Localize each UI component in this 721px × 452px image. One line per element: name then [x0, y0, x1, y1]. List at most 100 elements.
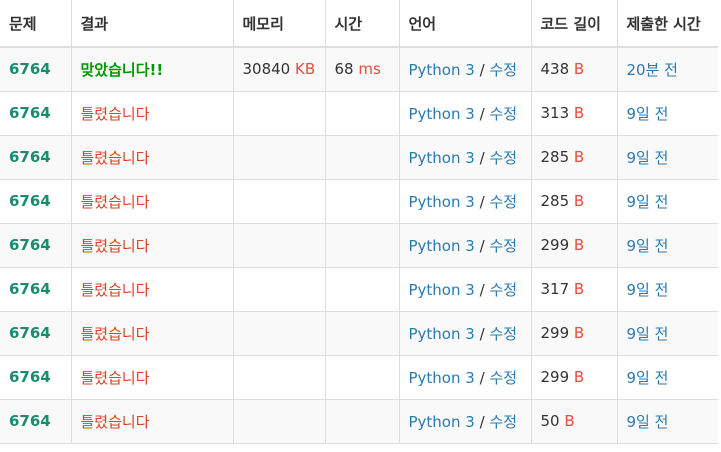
language-cell: Python 3 / 수정	[399, 135, 532, 180]
problem-link[interactable]: 6764	[9, 104, 51, 122]
language-separator: /	[479, 412, 485, 431]
code-length-value: 299	[540, 368, 570, 386]
code-length-cell: 299 B	[531, 311, 618, 356]
code-length-cell: 299 B	[531, 355, 618, 400]
language-cell: Python 3 / 수정	[399, 311, 532, 356]
header-memory: 메모리	[233, 0, 326, 48]
submitted-time-cell: 9일 전	[617, 267, 718, 312]
time-cell	[325, 135, 400, 180]
result-cell: 맞았습니다!!	[71, 47, 234, 92]
memory-cell: 30840 KB	[233, 47, 326, 92]
result-text: 틀렸습니다	[80, 324, 150, 343]
submitted-time-link[interactable]: 20분 전	[627, 61, 678, 79]
result-cell: 틀렸습니다	[71, 311, 234, 356]
problem-link[interactable]: 6764	[9, 148, 51, 166]
table-row: 6764 틀렸습니다 Python 3 / 수정 299 B 9일 전	[0, 311, 718, 356]
edit-link[interactable]: 수정	[489, 149, 517, 167]
memory-cell	[233, 267, 326, 312]
language-link[interactable]: Python 3	[409, 413, 475, 431]
submitted-time-link[interactable]: 9일 전	[627, 325, 669, 343]
language-cell: Python 3 / 수정	[399, 47, 532, 92]
language-cell: Python 3 / 수정	[399, 267, 532, 312]
memory-unit: KB	[295, 60, 316, 79]
code-length-unit: B	[573, 368, 585, 386]
result-cell: 틀렸습니다	[71, 223, 234, 268]
time-cell	[325, 179, 400, 224]
code-length-value: 313	[540, 104, 570, 122]
result-cell: 틀렸습니다	[71, 179, 234, 224]
table-header-row: 문제 결과 메모리 시간 언어 코드 길이 제출한 시간	[0, 0, 718, 48]
code-length-cell: 50 B	[531, 399, 618, 444]
problem-link[interactable]: 6764	[9, 192, 51, 210]
memory-cell	[233, 223, 326, 268]
time-unit: ms	[358, 60, 381, 79]
result-cell: 틀렸습니다	[71, 355, 234, 400]
language-separator: /	[479, 192, 485, 211]
result-cell: 틀렸습니다	[71, 135, 234, 180]
language-separator: /	[479, 280, 485, 299]
problem-link[interactable]: 6764	[9, 236, 51, 254]
time-cell	[325, 355, 400, 400]
language-separator: /	[479, 236, 485, 255]
edit-link[interactable]: 수정	[489, 325, 517, 343]
edit-link[interactable]: 수정	[489, 61, 517, 79]
code-length-unit: B	[573, 148, 585, 166]
code-length-unit: B	[573, 280, 585, 298]
edit-link[interactable]: 수정	[489, 369, 517, 387]
problem-cell: 6764	[0, 179, 72, 224]
edit-link[interactable]: 수정	[489, 281, 517, 299]
language-link[interactable]: Python 3	[409, 105, 475, 123]
submitted-time-link[interactable]: 9일 전	[627, 193, 669, 211]
memory-cell	[233, 135, 326, 180]
table-row: 6764 틀렸습니다 Python 3 / 수정 313 B 9일 전	[0, 91, 718, 136]
problem-link[interactable]: 6764	[9, 324, 51, 342]
language-link[interactable]: Python 3	[409, 193, 475, 211]
submitted-time-link[interactable]: 9일 전	[627, 413, 669, 431]
code-length-cell: 285 B	[531, 135, 618, 180]
problem-link[interactable]: 6764	[9, 368, 51, 386]
submitted-time-link[interactable]: 9일 전	[627, 281, 669, 299]
problem-cell: 6764	[0, 47, 72, 92]
submitted-time-link[interactable]: 9일 전	[627, 369, 669, 387]
submitted-time-cell: 9일 전	[617, 135, 718, 180]
submitted-time-link[interactable]: 9일 전	[627, 237, 669, 255]
table-row: 6764 틀렸습니다 Python 3 / 수정 317 B 9일 전	[0, 267, 718, 312]
edit-link[interactable]: 수정	[489, 105, 517, 123]
result-cell: 틀렸습니다	[71, 399, 234, 444]
language-separator: /	[479, 60, 485, 79]
time-cell: 68 ms	[325, 47, 400, 92]
problem-link[interactable]: 6764	[9, 412, 51, 430]
memory-cell	[233, 355, 326, 400]
memory-cell	[233, 399, 326, 444]
problem-link[interactable]: 6764	[9, 60, 51, 78]
result-text: 틀렸습니다	[80, 192, 150, 211]
problem-link[interactable]: 6764	[9, 280, 51, 298]
submitted-time-link[interactable]: 9일 전	[627, 105, 669, 123]
submitted-time-cell: 9일 전	[617, 223, 718, 268]
language-link[interactable]: Python 3	[409, 325, 475, 343]
language-separator: /	[479, 368, 485, 387]
code-length-value: 299	[540, 324, 570, 342]
edit-link[interactable]: 수정	[489, 413, 517, 431]
result-text: 맞았습니다!!	[80, 60, 164, 79]
result-text: 틀렸습니다	[80, 148, 150, 167]
language-link[interactable]: Python 3	[409, 237, 475, 255]
memory-cell	[233, 311, 326, 356]
problem-cell: 6764	[0, 311, 72, 356]
problem-cell: 6764	[0, 91, 72, 136]
problem-cell: 6764	[0, 399, 72, 444]
header-code-length: 코드 길이	[531, 0, 618, 48]
language-cell: Python 3 / 수정	[399, 91, 532, 136]
edit-link[interactable]: 수정	[489, 237, 517, 255]
edit-link[interactable]: 수정	[489, 193, 517, 211]
language-cell: Python 3 / 수정	[399, 399, 532, 444]
submission-status-table: 문제 결과 메모리 시간 언어 코드 길이 제출한 시간 6764 맞았습니다!!…	[0, 0, 718, 444]
language-separator: /	[479, 148, 485, 167]
table-row: 6764 틀렸습니다 Python 3 / 수정 299 B 9일 전	[0, 355, 718, 400]
language-link[interactable]: Python 3	[409, 281, 475, 299]
language-link[interactable]: Python 3	[409, 149, 475, 167]
language-link[interactable]: Python 3	[409, 369, 475, 387]
header-language: 언어	[399, 0, 532, 48]
submitted-time-link[interactable]: 9일 전	[627, 149, 669, 167]
language-link[interactable]: Python 3	[409, 61, 475, 79]
